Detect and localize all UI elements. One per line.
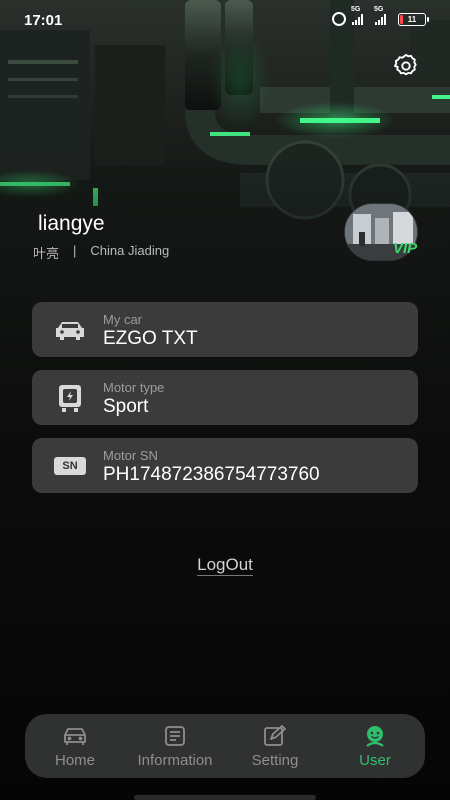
- vip-badge-label: VIP: [393, 240, 418, 257]
- vip-badge: VIP: [393, 240, 417, 257]
- card-label: Motor SN: [103, 448, 158, 463]
- signal-icon: 5G: [351, 6, 363, 25]
- signal-label: 5G: [374, 6, 384, 13]
- car-icon: [54, 316, 86, 344]
- location: China Jiading: [90, 243, 170, 258]
- separator: |: [73, 243, 77, 258]
- card-my-car[interactable]: My car EZGO TXT: [32, 302, 418, 357]
- car-outline-icon: [61, 724, 89, 748]
- card-value: EZGO TXT: [103, 328, 198, 349]
- battery-level: [400, 14, 403, 24]
- username: liangye: [38, 212, 105, 235]
- sn-icon-text: SN: [54, 457, 86, 475]
- signal-icon: 5G: [374, 6, 386, 25]
- battery-text: 11: [407, 14, 417, 24]
- card-value: PH174872386754773760: [103, 464, 320, 485]
- user-profile-screen: 17:01 5G 5G 11 liangye 叶亮 | China Jiadin…: [0, 0, 450, 800]
- status-bar: 17:01 5G 5G 11: [0, 0, 450, 40]
- nav-label: User: [359, 752, 391, 769]
- status-icons: 5G 5G 11: [332, 6, 429, 26]
- signal-label: 5G: [351, 6, 361, 13]
- nav-item-setting[interactable]: Setting: [225, 714, 325, 778]
- document-icon: [161, 724, 189, 748]
- card-motor-sn[interactable]: SN Motor SN PH174872386754773760: [32, 438, 418, 493]
- alarm-icon: [332, 12, 346, 26]
- sn-icon: SN: [54, 452, 86, 480]
- bottom-navigation: Home Information Setting User: [25, 714, 425, 778]
- user-subinfo: 叶亮 | China Jiading: [33, 243, 169, 262]
- card-value: Sport: [103, 396, 149, 417]
- battery-icon: 11: [398, 12, 429, 26]
- card-label: My car: [103, 312, 142, 327]
- chinese-name: 叶亮: [33, 246, 60, 261]
- logout-button[interactable]: LogOut: [197, 555, 253, 576]
- user-icon: [361, 724, 389, 748]
- gear-icon: [393, 53, 417, 76]
- logout-container: LogOut: [0, 555, 450, 576]
- nav-item-information[interactable]: Information: [125, 714, 225, 778]
- nav-item-home[interactable]: Home: [25, 714, 125, 778]
- nav-label: Setting: [251, 752, 299, 769]
- motor-icon: [54, 384, 86, 412]
- nav-item-user[interactable]: User: [325, 714, 425, 778]
- edit-icon: [261, 724, 289, 748]
- card-motor-type[interactable]: Motor type Sport: [32, 370, 418, 425]
- card-label: Motor type: [103, 380, 165, 395]
- settings-gear-button[interactable]: [392, 52, 420, 80]
- nav-label: Information: [137, 752, 213, 769]
- home-indicator[interactable]: [134, 795, 316, 800]
- status-time: 17:01: [24, 12, 63, 29]
- nav-label: Home: [54, 752, 95, 769]
